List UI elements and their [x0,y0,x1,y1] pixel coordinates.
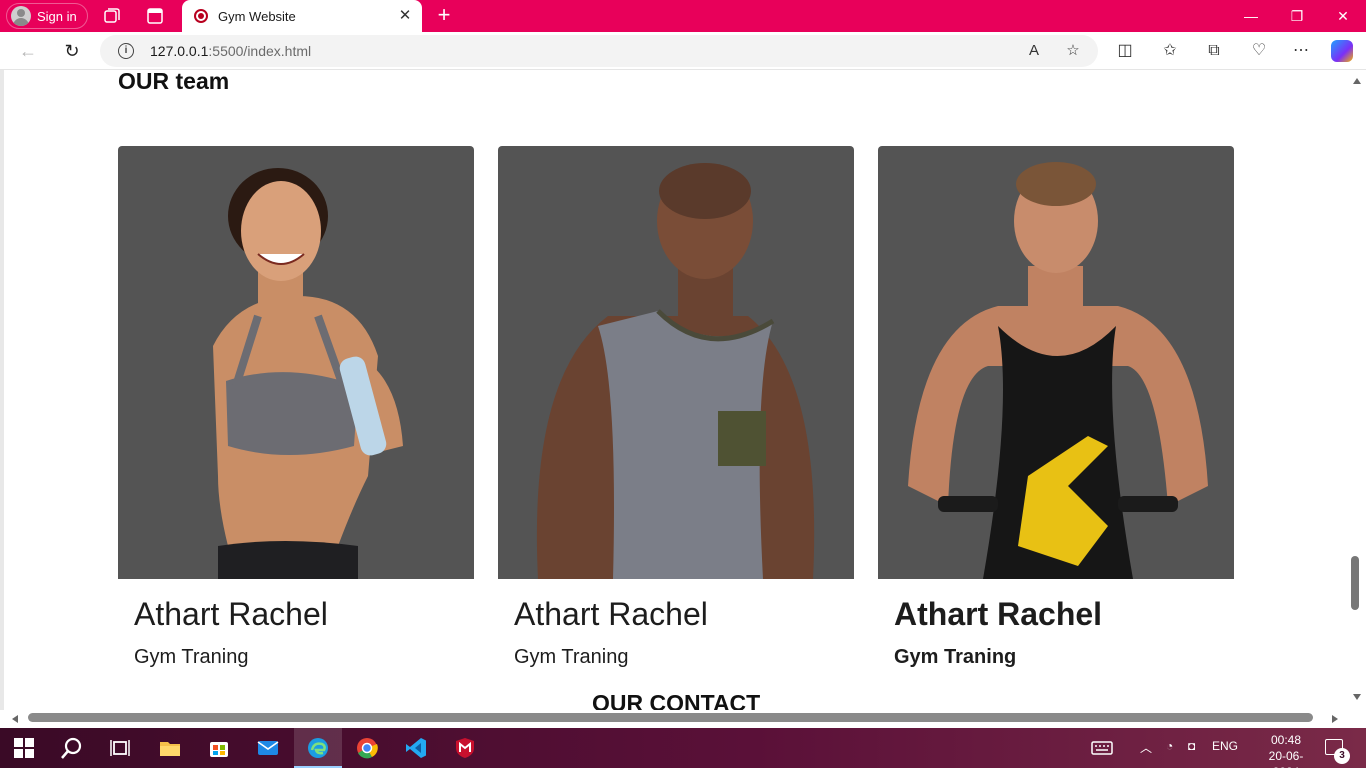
frame-edge [0,70,4,728]
trainer-name: Athart Rachel [134,596,328,632]
tab-title: Gym Website [218,8,296,24]
sign-in-button[interactable]: Sign in [6,3,88,29]
vscode-icon[interactable] [404,736,428,760]
tab-gym-website[interactable]: Gym Website ✕ [182,0,422,32]
scroll-up-arrow-icon[interactable] [1353,78,1361,84]
vertical-scroll-thumb[interactable] [1351,556,1359,610]
refresh-button[interactable]: ↻ [60,39,84,63]
horizontal-scrollbar[interactable] [0,710,1348,728]
trainer-photo [878,146,1234,579]
horizontal-scroll-thumb[interactable] [28,713,1313,722]
windows-start-icon[interactable] [12,736,36,760]
vertical-scrollbar[interactable] [1348,70,1366,710]
read-aloud-icon[interactable]: A [1024,41,1044,61]
trainer-name: Athart Rachel [514,596,708,632]
language-indicator[interactable]: ENG [1212,739,1238,753]
page-viewport: OUR team Athart Rachel Gym Traning Athar… [0,70,1366,728]
browser-title-bar: Sign in Gym Website ✕ + — ❐ ✕ [0,0,1366,32]
minimize-button[interactable]: — [1228,0,1274,32]
trainer-photo [498,146,854,579]
close-tab-icon[interactable]: ✕ [396,7,414,25]
mcafee-icon[interactable] [453,736,477,760]
favorites-icon[interactable]: ✩ [1159,40,1181,62]
volume-icon[interactable]: ◘ [1188,739,1195,753]
microsoft-store-icon[interactable] [207,736,231,760]
system-clock[interactable]: 00:48 20-06-2024 [1258,732,1314,768]
team-card: Athart Rachel Gym Traning [498,146,854,668]
chrome-icon[interactable] [355,736,379,760]
trainer-role: Gym Traning [514,646,629,668]
sign-in-label: Sign in [37,8,77,24]
windows-taskbar: ︿ ◔ ◘ ENG 00:48 20-06-2024 3 [0,728,1366,768]
team-card: Athart Rachel Gym Traning [118,146,474,668]
trainer-photo [118,146,474,579]
more-menu-icon[interactable]: ⋯ [1290,40,1312,62]
wifi-icon[interactable]: ◔ [1166,739,1173,753]
notification-count-badge: 3 [1334,748,1350,764]
team-heading: OUR team [118,70,230,94]
scroll-left-arrow-icon[interactable] [12,715,18,723]
tab-actions-icon[interactable] [145,6,165,26]
show-hidden-icons-icon[interactable]: ︿ [1140,739,1152,756]
clock-time: 00:48 [1270,733,1302,747]
trainer-name: Athart Rachel [894,596,1103,632]
copilot-icon[interactable] [1331,40,1353,62]
keyboard-icon[interactable] [1090,736,1114,760]
trainer-role: Gym Traning [894,646,1017,668]
site-info-icon[interactable]: i [118,43,134,59]
workspaces-icon[interactable] [102,6,122,26]
close-window-button[interactable]: ✕ [1320,0,1366,32]
search-icon[interactable] [60,736,84,760]
profile-avatar-icon [11,6,31,26]
trainer-role: Gym Traning [134,646,249,668]
favorite-star-icon[interactable]: ☆ [1063,41,1083,61]
scrollbar-corner [1348,710,1366,728]
clock-date: 20-06-2024 [1268,749,1304,768]
restore-button[interactable]: ❐ [1274,0,1320,32]
collections-icon[interactable]: ⧉ [1203,40,1225,62]
edge-browser-icon[interactable] [306,736,330,760]
new-tab-button[interactable]: + [432,4,456,28]
address-bar[interactable]: i 127.0.0.1:5500/index.html A ☆ [100,35,1098,67]
split-screen-icon[interactable]: ◫ [1114,40,1136,62]
scroll-down-arrow-icon[interactable] [1353,694,1361,700]
site-favicon-icon [194,9,208,23]
address-toolbar: ← ↻ i 127.0.0.1:5500/index.html A ☆ ◫ ✩ … [0,32,1366,70]
scroll-right-arrow-icon[interactable] [1332,715,1338,723]
back-button[interactable]: ← [16,39,40,63]
task-view-icon[interactable] [108,736,132,760]
mail-icon[interactable] [256,736,280,760]
browser-essentials-icon[interactable]: ♡ [1248,40,1270,62]
file-explorer-icon[interactable] [158,736,182,760]
team-card: Athart Rachel Gym Traning [878,146,1234,668]
url-text[interactable]: 127.0.0.1:5500/index.html [150,43,311,59]
